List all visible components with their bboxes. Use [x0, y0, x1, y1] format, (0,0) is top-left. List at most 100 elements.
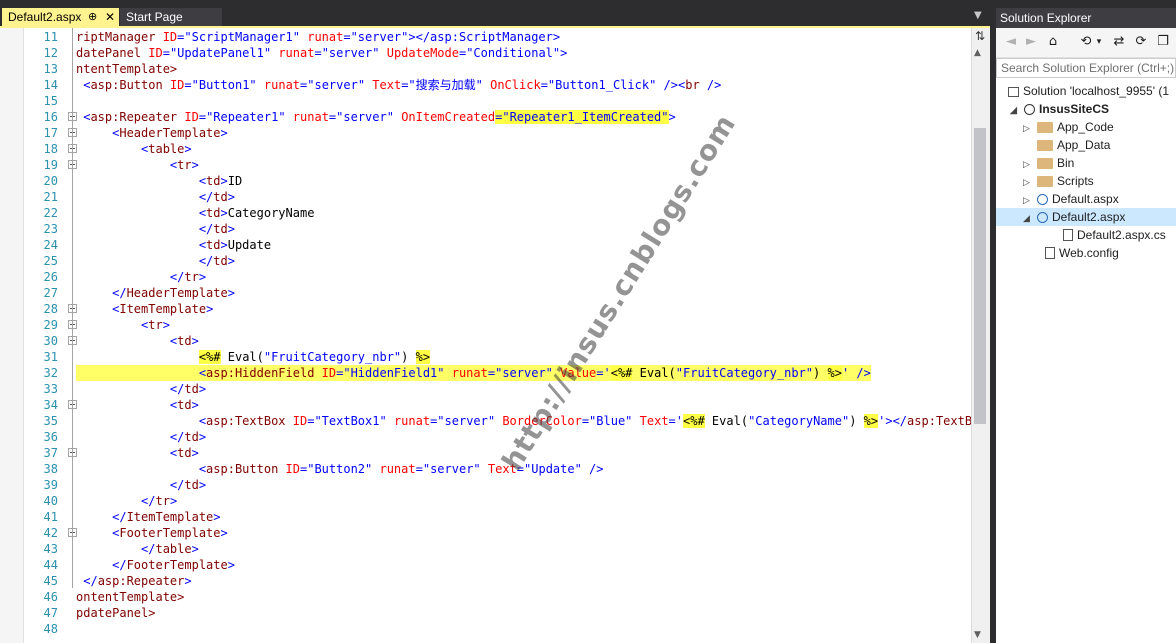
- line-number: 32: [43, 366, 58, 380]
- code-token: asp:TextBox: [206, 414, 286, 428]
- code-line: <asp:Repeater ID="Repeater1" runat="serv…: [76, 109, 676, 125]
- code-token: Update: [227, 238, 272, 252]
- tree-item-app-data[interactable]: App_Data: [1037, 136, 1110, 154]
- close-icon[interactable]: ✕: [105, 8, 115, 26]
- line-number: 34: [43, 398, 58, 412]
- code-line: </td>: [76, 189, 235, 205]
- folder-icon: [1037, 158, 1053, 169]
- line-number: 35: [43, 414, 58, 428]
- code-line: <tr>: [76, 317, 170, 333]
- code-token: "TextBox1": [314, 414, 387, 428]
- code-token: </: [76, 382, 185, 396]
- tree-item-default2-aspx[interactable]: ◢ Default2.aspx: [996, 208, 1176, 226]
- line-number: 33: [43, 382, 58, 396]
- line-number: 17: [43, 126, 58, 140]
- back-icon[interactable]: ◄: [1003, 34, 1019, 50]
- code-token: asp:Repeater: [90, 110, 178, 124]
- history-icon[interactable]: ⟲: [1078, 34, 1094, 50]
- code-token: =: [162, 46, 170, 60]
- line-number: 39: [43, 478, 58, 492]
- refresh-icon[interactable]: ⟳: [1133, 34, 1149, 50]
- code-area[interactable]: riptManager ID="ScriptManager1" runat="s…: [76, 28, 972, 643]
- code-token: Eval(: [632, 366, 676, 380]
- tab-dropdown-icon[interactable]: ▼: [974, 10, 982, 21]
- code-token: runat: [278, 46, 315, 60]
- code-line: <td>ID: [76, 173, 242, 189]
- code-token: table: [148, 142, 185, 156]
- tree-item-default2-cs[interactable]: Default2.aspx.cs: [1063, 226, 1166, 244]
- line-number: 22: [43, 206, 58, 220]
- code-token: td: [206, 238, 221, 252]
- tree-item-default-aspx[interactable]: ▷ Default.aspx: [1023, 190, 1119, 208]
- code-token: </: [76, 430, 185, 444]
- line-number: 40: [43, 494, 58, 508]
- code-token: ): [849, 414, 864, 428]
- forward-icon[interactable]: ►: [1023, 34, 1039, 50]
- line-number: 43: [43, 542, 58, 556]
- collapse-all-icon[interactable]: ❐: [1155, 34, 1171, 50]
- code-token: <: [76, 302, 120, 316]
- code-line: <td>: [76, 397, 199, 413]
- code-token: CategoryName: [227, 206, 315, 220]
- code-token: >: [184, 142, 192, 156]
- code-token: "FruitCategory_nbr": [675, 366, 814, 380]
- code-token: tr: [177, 158, 192, 172]
- code-token: "HiddenField1": [343, 366, 445, 380]
- line-number: 15: [43, 94, 58, 108]
- code-token: UpdateMode: [386, 46, 459, 60]
- code-line: <asp:Button ID="Button1" runat="server" …: [76, 77, 721, 93]
- code-token: td: [184, 430, 199, 444]
- tab-default2-aspx[interactable]: Default2.aspx ⊕ ✕: [2, 8, 119, 26]
- code-token: >: [220, 126, 228, 140]
- code-token: asp:Button: [206, 462, 279, 476]
- code-token: =: [581, 414, 590, 428]
- tree-item-app-code[interactable]: ▷ App_Code: [1023, 118, 1114, 136]
- tree-item-scripts[interactable]: ▷ Scripts: [1023, 172, 1094, 190]
- folder-icon: [1037, 176, 1053, 187]
- config-file-icon: [1045, 247, 1055, 259]
- code-token: br: [685, 78, 700, 92]
- scroll-down-icon[interactable]: ▼: [974, 630, 981, 640]
- globe-icon: [1024, 104, 1035, 115]
- cs-file-icon: [1063, 229, 1073, 241]
- code-token: <: [76, 142, 149, 156]
- code-token: td: [213, 254, 228, 268]
- code-token: >: [227, 190, 235, 204]
- code-token: OnItemCreated: [401, 110, 496, 124]
- chevron-down-icon[interactable]: ▾: [1094, 34, 1104, 50]
- code-token: td: [206, 174, 221, 188]
- tab-start-page[interactable]: Start Page: [120, 8, 222, 26]
- tree-item-web-config[interactable]: Web.config: [1045, 244, 1119, 262]
- code-token: "server": [422, 462, 481, 476]
- code-token: =: [415, 462, 423, 476]
- line-number: 29: [43, 318, 58, 332]
- code-line: </HeaderTemplate>: [76, 285, 235, 301]
- scroll-up-icon[interactable]: ▲: [974, 48, 981, 58]
- code-token: runat: [307, 30, 344, 44]
- split-icon[interactable]: ⇅: [974, 30, 986, 42]
- code-token: td: [213, 190, 228, 204]
- line-number: 20: [43, 174, 58, 188]
- line-number: 11: [43, 30, 58, 44]
- sync-icon[interactable]: ⇄: [1111, 34, 1127, 50]
- scroll-thumb[interactable]: [974, 128, 986, 424]
- code-token: >: [220, 206, 228, 220]
- code-token: >: [198, 382, 207, 396]
- code-token: />: [656, 78, 678, 92]
- line-number: 31: [43, 350, 58, 364]
- search-input[interactable]: Search Solution Explorer (Ctrl+;): [996, 58, 1176, 78]
- code-token: td: [177, 446, 192, 460]
- code-line: </td>: [76, 429, 206, 445]
- code-token: "Repeater1": [206, 110, 286, 124]
- tree-item-project[interactable]: ◢ InsusSiteCS: [1010, 100, 1109, 118]
- home-icon[interactable]: ⌂: [1045, 34, 1061, 50]
- code-token: >: [198, 270, 207, 284]
- code-token: "CategoryName": [748, 414, 850, 428]
- code-token: "Button2": [307, 462, 373, 476]
- tree-item-bin[interactable]: ▷ Bin: [1023, 154, 1074, 172]
- tab-label: Start Page: [126, 10, 183, 24]
- tree-item-solution[interactable]: Solution 'localhost_9955' (1: [1008, 82, 1169, 100]
- line-numbers: 11 12 13 14 15 16 17 18 19 20 21 22 23 24 25 26 27 28 29 30…: [24, 28, 68, 643]
- pin-icon[interactable]: ⊕: [88, 8, 97, 26]
